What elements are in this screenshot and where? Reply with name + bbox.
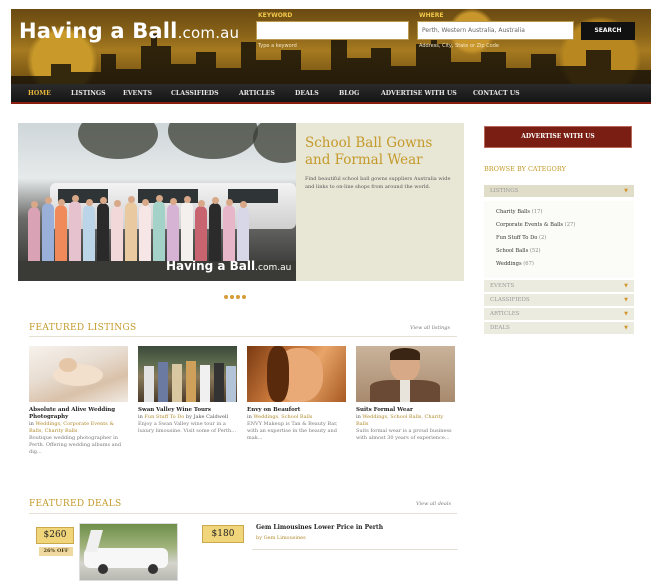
nav-contact[interactable]: CONTACT US xyxy=(473,90,520,97)
keyword-hint: Type a keyword xyxy=(258,43,297,49)
chevron-down-icon: ▼ xyxy=(624,297,628,303)
main-content: Having a Ball.com.au School Ball Gowns a… xyxy=(18,123,464,583)
nav-deals[interactable]: DEALS xyxy=(295,90,319,97)
slider-dot[interactable] xyxy=(236,295,240,299)
listing-category: in Fun Stuff To Do by Jake Caldwell xyxy=(138,414,229,420)
nav-advertise[interactable]: ADVERTISE WITH US xyxy=(381,90,457,97)
featured-slider[interactable]: Having a Ball.com.au School Ball Gowns a… xyxy=(18,123,464,281)
featured-deals-title: FEATURED DEALS xyxy=(29,499,122,509)
accordion-deals[interactable]: DEALS ▼ xyxy=(484,322,634,335)
where-hint: Address, City, State or Zip Code xyxy=(419,43,499,49)
deal-vendor[interactable]: by Gem Limousines xyxy=(256,535,306,541)
listing-title[interactable]: Suits Formal Wear xyxy=(356,407,455,414)
deal-card[interactable]: $260 26% OFF xyxy=(29,523,179,581)
chevron-down-icon: ▼ xyxy=(624,283,628,289)
nav-articles[interactable]: ARTICLES xyxy=(239,90,275,97)
view-all-listings-link[interactable]: View all listings xyxy=(410,325,450,331)
listing-title[interactable]: Absolute and Alive Wedding Photography xyxy=(29,407,128,421)
nav-classifieds[interactable]: CLASSIFIEDS xyxy=(171,90,219,97)
category-item[interactable]: Corporate Events & Balls (27) xyxy=(496,222,575,228)
browse-by-category-title: BROWSE BY CATEGORY xyxy=(484,165,566,173)
category-link[interactable]: Weddings, School Balls, Charity Balls xyxy=(356,414,443,427)
listing-thumbnail[interactable] xyxy=(138,346,237,402)
listing-category: in Weddings, School Balls, Charity Balls xyxy=(356,414,444,427)
listing-card[interactable]: Swan Valley Wine Tours in Fun Stuff To D… xyxy=(138,346,237,435)
advertise-button[interactable]: ADVERTISE WITH US xyxy=(484,126,632,148)
keyword-label: KEYWORD xyxy=(258,12,293,19)
slider-dots[interactable] xyxy=(224,284,248,299)
deal-discount-badge: 26% OFF xyxy=(39,547,73,556)
accordion-classifieds[interactable]: CLASSIFIEDS ▼ xyxy=(484,294,634,307)
category-link[interactable]: Weddings, School Balls xyxy=(253,414,312,420)
deal-title[interactable]: Gem Limousines Lower Price in Perth xyxy=(256,524,383,531)
listing-description: Boutique wedding photographer in Perth. … xyxy=(29,435,122,455)
deal-card[interactable]: $180 Gem Limousines Lower Price in Perth… xyxy=(196,523,458,553)
accordion-events[interactable]: EVENTS ▼ xyxy=(484,280,634,293)
slide-text: Find beautiful school ball gowns supplie… xyxy=(305,176,451,190)
deal-price: $260 xyxy=(36,527,74,544)
category-item[interactable]: School Balls (52) xyxy=(496,248,541,254)
site-header: Having a Ball.com.au KEYWORD Type a keyw… xyxy=(11,9,651,84)
listing-thumbnail[interactable] xyxy=(29,346,128,402)
accordion-listings[interactable]: LISTINGS ▼ xyxy=(484,185,634,198)
site-logo[interactable]: Having a Ball.com.au xyxy=(19,19,239,43)
slide-photo[interactable]: Having a Ball.com.au xyxy=(18,123,296,281)
listing-description: Suits formal wear is a proud business wi… xyxy=(356,428,452,441)
divider xyxy=(29,336,457,337)
deal-price: $180 xyxy=(202,525,244,543)
main-nav: HOME LISTINGS EVENTS CLASSIFIEDS ARTICLE… xyxy=(11,84,651,104)
keyword-input[interactable] xyxy=(256,21,409,40)
divider xyxy=(29,513,457,514)
listing-thumbnail[interactable] xyxy=(356,346,455,402)
listing-title[interactable]: Envy on Beaufort xyxy=(247,407,346,414)
deal-thumbnail[interactable] xyxy=(79,523,178,581)
nav-listings[interactable]: LISTINGS xyxy=(71,90,106,97)
nav-home[interactable]: HOME xyxy=(28,90,51,97)
accordion-articles[interactable]: ARTICLES ▼ xyxy=(484,308,634,321)
nav-events[interactable]: EVENTS xyxy=(123,90,152,97)
category-link[interactable]: Weddings, Corporate Events & Balls, Char… xyxy=(29,421,114,434)
nav-blog[interactable]: BLOG xyxy=(339,90,359,97)
category-item[interactable]: Charity Balls (17) xyxy=(496,209,542,215)
category-item[interactable]: Weddings (67) xyxy=(496,261,534,267)
listing-thumbnail[interactable] xyxy=(247,346,346,402)
photo-watermark-logo: Having a Ball.com.au xyxy=(166,259,292,273)
listing-category: in Weddings, School Balls xyxy=(247,414,313,420)
chevron-down-icon: ▼ xyxy=(624,311,628,317)
featured-listings-title: FEATURED LISTINGS xyxy=(29,323,137,333)
listing-title[interactable]: Swan Valley Wine Tours xyxy=(138,407,237,414)
slider-dot[interactable] xyxy=(224,295,228,299)
slider-dot[interactable] xyxy=(230,295,234,299)
listing-description: ENVY Makeup is Tan & Beauty Bar, with an… xyxy=(247,421,338,441)
chevron-down-icon: ▼ xyxy=(624,325,628,331)
where-input[interactable]: Perth, Western Australia, Australia xyxy=(417,21,574,40)
listing-category: in Weddings, Corporate Events & Balls, C… xyxy=(29,421,114,434)
listing-description: Enjoy a Swan Valley wine tour in a luxur… xyxy=(138,421,237,434)
search-button[interactable]: SEARCH xyxy=(581,22,635,40)
slide-title[interactable]: School Ball Gowns and Formal Wear xyxy=(305,135,455,169)
listing-card[interactable]: Absolute and Alive Wedding Photography i… xyxy=(29,346,128,456)
where-label: WHERE xyxy=(419,12,444,19)
slider-dot[interactable] xyxy=(242,295,246,299)
listing-card[interactable]: Suits Formal Wear in Weddings, School Ba… xyxy=(356,346,455,442)
category-link[interactable]: Fun Stuff To Do xyxy=(144,414,184,420)
category-list: Charity Balls (17) Corporate Events & Ba… xyxy=(484,201,634,278)
divider xyxy=(252,549,458,550)
chevron-down-icon: ▼ xyxy=(624,188,628,194)
category-item[interactable]: Fun Stuff To Do (2) xyxy=(496,235,546,241)
view-all-deals-link[interactable]: View all deals xyxy=(416,501,451,507)
listing-card[interactable]: Envy on Beaufort in Weddings, School Bal… xyxy=(247,346,346,442)
